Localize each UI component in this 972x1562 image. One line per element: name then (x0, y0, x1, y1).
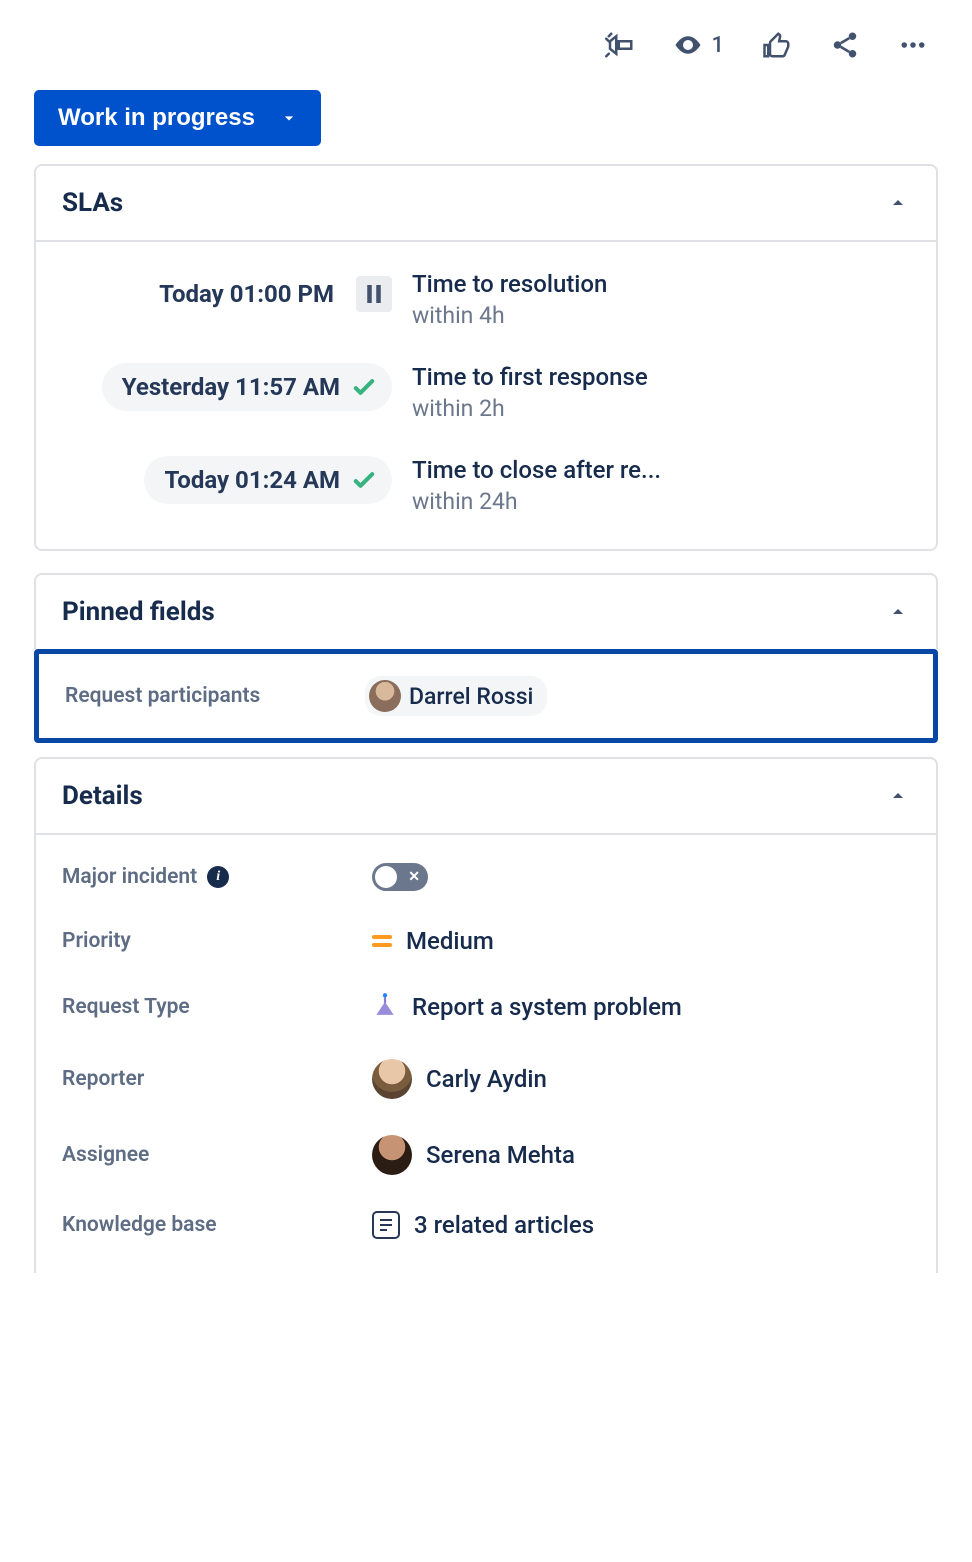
slas-body: Today 01:00 PM Time to resolution within… (36, 242, 936, 549)
knowledge-base-value: 3 related articles (414, 1211, 594, 1239)
sla-pill: Yesterday 11:57 AM (102, 363, 392, 411)
sla-row: Yesterday 11:57 AM Time to first respons… (62, 363, 910, 422)
chevron-up-icon (886, 600, 910, 624)
avatar (372, 1059, 412, 1099)
sla-name: Time to resolution (412, 270, 910, 298)
request-type-icon (372, 991, 398, 1023)
avatar (372, 1135, 412, 1175)
request-type-label: Request Type (62, 995, 372, 1019)
reporter-value: Carly Aydin (426, 1065, 547, 1093)
details-header[interactable]: Details (36, 759, 936, 835)
assignee-label: Assignee (62, 1143, 372, 1167)
feedback-icon[interactable] (605, 30, 635, 60)
more-actions-button[interactable] (898, 30, 928, 60)
participant-name: Darrel Rossi (409, 683, 533, 710)
request-type-row[interactable]: Request Type Report a system problem (62, 991, 910, 1023)
details-panel: Details Major incident i ✕ Priority Medi… (34, 757, 938, 1273)
article-icon (372, 1211, 400, 1239)
toggle-off-icon: ✕ (408, 869, 420, 885)
assignee-row[interactable]: Assignee Serena Mehta (62, 1135, 910, 1175)
reporter-label: Reporter (62, 1067, 372, 1091)
pinned-fields-header[interactable]: Pinned fields (36, 575, 936, 649)
sla-name: Time to first response (412, 363, 910, 391)
priority-medium-icon (372, 935, 392, 947)
pinned-fields-panel: Pinned fields (34, 573, 938, 649)
toggle-knob (375, 866, 397, 888)
pinned-fields-title: Pinned fields (62, 597, 215, 627)
slas-title: SLAs (62, 188, 123, 218)
sla-time: Today 01:00 PM (139, 270, 348, 318)
chevron-up-icon (886, 191, 910, 215)
check-icon (350, 466, 378, 494)
major-incident-row: Major incident i ✕ (62, 863, 910, 891)
details-body: Major incident i ✕ Priority Medium Reque… (36, 835, 936, 1273)
request-participants-label: Request participants (65, 684, 365, 708)
sla-row: Today 01:00 PM Time to resolution within… (62, 270, 910, 329)
watch-button[interactable]: 1 (673, 30, 724, 60)
avatar (369, 680, 401, 712)
sla-row: Today 01:24 AM Time to close after re...… (62, 456, 910, 515)
participant-chip[interactable]: Darrel Rossi (365, 676, 547, 716)
priority-row[interactable]: Priority Medium (62, 927, 910, 955)
major-incident-toggle[interactable]: ✕ (372, 863, 428, 891)
status-label: Work in progress (58, 104, 255, 132)
chevron-up-icon (886, 784, 910, 808)
check-icon (350, 373, 378, 401)
slas-header[interactable]: SLAs (36, 166, 936, 242)
sla-target: within 24h (412, 488, 910, 515)
status-dropdown[interactable]: Work in progress (34, 90, 321, 146)
sla-time: Today 01:24 AM (164, 466, 340, 494)
assignee-value: Serena Mehta (426, 1141, 575, 1169)
priority-label: Priority (62, 929, 372, 953)
request-type-value: Report a system problem (412, 993, 682, 1021)
sla-name: Time to close after re... (412, 456, 910, 484)
major-incident-label: Major incident (62, 865, 197, 889)
sla-target: within 4h (412, 302, 910, 329)
pause-icon (356, 276, 392, 312)
knowledge-base-label: Knowledge base (62, 1213, 372, 1237)
info-icon[interactable]: i (207, 866, 229, 888)
slas-panel: SLAs Today 01:00 PM Time to resolution w… (34, 164, 938, 551)
details-title: Details (62, 781, 143, 811)
sla-pill: Today 01:24 AM (144, 456, 392, 504)
sla-target: within 2h (412, 395, 910, 422)
request-participants-row[interactable]: Request participants Darrel Rossi (34, 649, 938, 743)
reporter-row[interactable]: Reporter Carly Aydin (62, 1059, 910, 1099)
share-button[interactable] (830, 30, 860, 60)
vote-button[interactable] (762, 30, 792, 60)
knowledge-base-row[interactable]: Knowledge base 3 related articles (62, 1211, 910, 1239)
priority-value: Medium (406, 927, 494, 955)
watch-count: 1 (711, 33, 724, 58)
sla-time: Yesterday 11:57 AM (122, 373, 340, 401)
chevron-down-icon (279, 108, 299, 128)
